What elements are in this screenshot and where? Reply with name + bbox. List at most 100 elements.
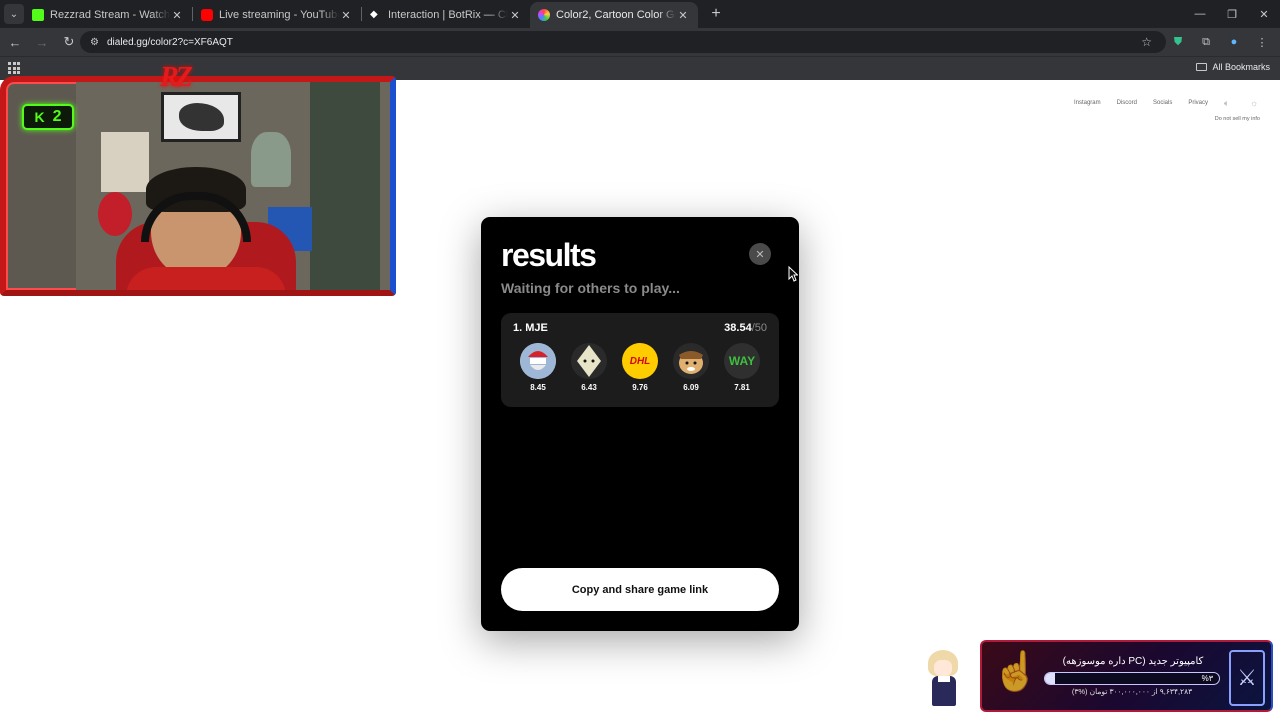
tab-title: Rezzrad Stream - Watch Live on Kick	[50, 9, 170, 21]
kick-logo-icon: K	[34, 109, 45, 125]
tab-search-button[interactable]: ⌄	[4, 4, 24, 24]
round-score: 7.81	[734, 383, 750, 392]
nav-link-instagram[interactable]: Instagram	[1074, 100, 1101, 106]
close-tab-icon[interactable]: ✕	[170, 9, 184, 22]
all-bookmarks-button[interactable]: All Bookmarks	[1196, 62, 1270, 72]
round-score: 6.43	[581, 383, 597, 392]
nav-link-discord[interactable]: Discord	[1117, 100, 1137, 106]
figurine	[251, 132, 291, 187]
site-info-icon[interactable]: ⚙	[90, 37, 99, 48]
tab-title: Live streaming - YouTube Studio	[219, 9, 339, 21]
tab-youtube-studio[interactable]: Live streaming - YouTube Studio ✕	[193, 2, 361, 28]
youtube-favicon-icon	[201, 9, 213, 21]
score-max: /50	[751, 322, 767, 334]
donation-percent: %۳	[1201, 674, 1213, 683]
minimize-icon[interactable]: —	[1184, 0, 1216, 28]
status-text: Waiting for others to play...	[501, 280, 680, 296]
mouse-cursor-icon	[788, 266, 798, 282]
chevron-down-icon: ⌄	[9, 8, 19, 20]
cartoon-face-icon	[571, 343, 607, 379]
url-text: dialed.gg/color2?c=XF6AQT	[106, 36, 233, 48]
extensions-puzzle-icon[interactable]: ⧉	[1194, 30, 1218, 54]
round-score: 6.09	[683, 383, 699, 392]
copy-share-link-button[interactable]: Copy and share game link	[501, 568, 779, 611]
restore-icon[interactable]: ❐	[1216, 0, 1248, 28]
folder-icon	[1196, 63, 1208, 71]
close-tab-icon[interactable]: ✕	[339, 9, 353, 22]
way-label: WAY	[728, 354, 756, 368]
hand-icon: ☝	[992, 651, 1040, 693]
reload-icon: ↻	[63, 34, 75, 49]
score-value: 38.54	[724, 322, 752, 334]
curtain	[310, 82, 380, 290]
profile-avatar-icon[interactable]: ●	[1222, 30, 1246, 54]
tab-title: Interaction | BotRix — Cloud Streaming B…	[388, 9, 508, 21]
nav-link-socials[interactable]: Socials	[1153, 100, 1172, 106]
do-not-sell-link[interactable]: Do not sell my info	[1215, 116, 1260, 122]
close-modal-button[interactable]: ✕	[749, 243, 771, 265]
tab-botrix[interactable]: ◆ Interaction | BotRix — Cloud Streaming…	[362, 2, 530, 28]
browser-toolbar: ← → ↻ ⚙ dialed.gg/color2?c=XF6AQT ☆ ⛊ ⧉ …	[0, 28, 1280, 56]
webcam-frame: K 2	[0, 76, 396, 296]
bookmark-star-icon[interactable]: ☆	[1141, 35, 1152, 49]
close-icon: ✕	[755, 248, 765, 261]
round-result[interactable]: WAY 7.81	[723, 343, 761, 392]
cartoon-character-icon	[520, 343, 556, 379]
spiderman-mask	[98, 192, 132, 236]
color-wheel-favicon-icon	[538, 9, 550, 21]
arrow-right-icon: →	[35, 34, 49, 50]
donation-progress-fill	[1045, 673, 1056, 684]
sound-icon[interactable]: 🔈︎	[1224, 98, 1234, 108]
webcam-overlay: K 2 RZ	[0, 62, 396, 296]
donation-amount: ۹,۶۳۴,۲۸۳ از ۳۰۰,۰۰۰,۰۰۰ تومان (%۳)	[1071, 687, 1193, 696]
anime-mascot	[924, 650, 964, 710]
round-result[interactable]: 8.45	[519, 343, 557, 392]
mascot-collar	[938, 676, 950, 682]
player-result-card: 1. MJE 38.54/50 8.45 6.43 DHL 9.76 6.09 …	[501, 313, 779, 407]
close-tab-icon[interactable]: ✕	[508, 9, 522, 22]
nav-link-privacy[interactable]: Privacy	[1188, 100, 1208, 106]
mascot-face	[934, 660, 952, 676]
dhl-label: DHL	[629, 355, 651, 367]
tab-color2[interactable]: Color2, Cartoon Color Guessing Game ✕	[530, 2, 698, 28]
new-tab-button[interactable]: +	[706, 5, 726, 23]
dhl-logo-icon: DHL	[622, 343, 658, 379]
way-logo-icon: WAY	[724, 343, 760, 379]
toolbar-actions: ⛊ ⧉ ● ⋮	[1166, 30, 1274, 54]
close-window-icon[interactable]: ✕	[1248, 0, 1280, 28]
page-top-nav: Instagram Discord Socials Privacy 🔈︎ ☼	[1074, 98, 1260, 108]
donation-goal-widget: ☝ کامپیوتر جدید (PC داره موسوزهه) %۳ ۹,۶…	[980, 640, 1273, 712]
close-tab-icon[interactable]: ✕	[676, 9, 690, 22]
wall-shelf	[101, 132, 149, 192]
donation-progress-bar: %۳	[1044, 672, 1220, 685]
round-result[interactable]: 6.09	[672, 343, 710, 392]
back-button[interactable]: ←	[3, 30, 27, 54]
menu-kebab-icon[interactable]: ⋮	[1250, 30, 1274, 54]
kick-favicon-icon	[32, 9, 44, 21]
tab-title: Color2, Cartoon Color Guessing Game	[556, 9, 676, 21]
round-result[interactable]: 6.43	[570, 343, 608, 392]
player-total-score: 38.54/50	[724, 322, 767, 334]
botrix-favicon-icon: ◆	[370, 9, 378, 20]
tab-kick[interactable]: Rezzrad Stream - Watch Live on Kick ✕	[24, 2, 192, 28]
donation-goal-title: کامپیوتر جدید (PC داره موسوزهه)	[1062, 656, 1204, 667]
arrow-left-icon: ←	[8, 34, 22, 50]
kick-count: 2	[52, 108, 62, 125]
theme-sun-icon[interactable]: ☼	[1250, 98, 1260, 108]
player-rank-name: 1. MJE	[513, 322, 548, 334]
address-bar[interactable]: ⚙ dialed.gg/color2?c=XF6AQT ☆	[80, 31, 1166, 53]
streamer-shirt	[126, 267, 286, 290]
round-score: 8.45	[530, 383, 546, 392]
wall-poster	[161, 92, 241, 142]
modal-title: results	[501, 237, 597, 273]
extension-shield-icon[interactable]: ⛊	[1166, 30, 1190, 54]
round-result[interactable]: DHL 9.76	[621, 343, 659, 392]
all-bookmarks-label: All Bookmarks	[1212, 62, 1270, 72]
streamer-logo: RZ	[160, 62, 193, 93]
reload-button[interactable]: ↻	[57, 30, 81, 54]
kick-viewer-badge: K 2	[22, 104, 74, 130]
window-controls: — ❐ ✕	[1184, 0, 1280, 28]
forward-button[interactable]: →	[30, 30, 54, 54]
tab-strip: ⌄ Rezzrad Stream - Watch Live on Kick ✕ …	[0, 0, 1280, 28]
round-results: 8.45 6.43 DHL 9.76 6.09 WAY 7.81	[513, 343, 767, 392]
